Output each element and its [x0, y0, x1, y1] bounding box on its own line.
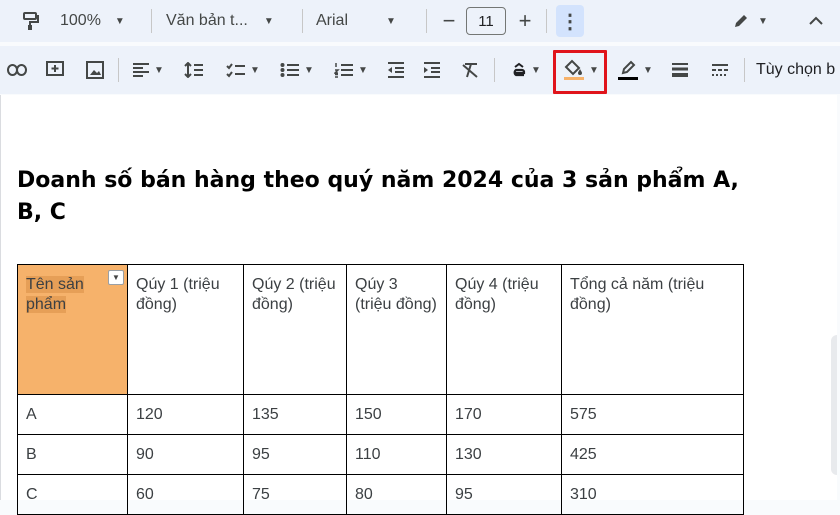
table-header-cell[interactable]: Tổng cả năm (triệu đồng): [561, 264, 744, 395]
table-cell[interactable]: 425: [561, 434, 744, 475]
chevron-down-icon: ▼: [250, 64, 260, 76]
font-value: Arial: [316, 12, 349, 29]
chevron-down-icon: ▼: [304, 64, 314, 76]
zoom-value: 100%: [60, 12, 101, 29]
separator: [494, 58, 495, 82]
table-cell[interactable]: 575: [561, 394, 744, 435]
align-left-button[interactable]: ▼: [128, 54, 168, 86]
table-cell[interactable]: 60: [127, 474, 244, 515]
table-cell[interactable]: 110: [346, 434, 447, 475]
table-cell[interactable]: 95: [446, 474, 562, 515]
zoom-select[interactable]: 100% ▼: [60, 5, 138, 37]
style-value: Văn bản t...: [166, 12, 248, 29]
table-cell[interactable]: 75: [243, 474, 347, 515]
table-cell[interactable]: 95: [243, 434, 347, 475]
text-color-button[interactable]: ▼: [612, 54, 658, 86]
document-page[interactable]: Doanh số bán hàng theo quý năm 2024 của …: [0, 95, 837, 515]
chevron-down-icon: ▼: [154, 64, 164, 76]
table-header-cell[interactable]: Qúy 4 (triệu đồng): [446, 264, 562, 395]
chevron-down-icon: ▼: [358, 64, 368, 76]
separator: [118, 58, 119, 82]
add-comment-icon[interactable]: [42, 54, 68, 86]
header-cell-text: Tên sản phẩm: [26, 276, 84, 313]
clear-formatting-icon[interactable]: [456, 54, 484, 86]
font-size-value: 11: [466, 7, 506, 35]
separator: [546, 9, 547, 33]
table-cell[interactable]: B: [17, 434, 128, 475]
border-width-icon[interactable]: [666, 54, 694, 86]
sales-table: Tên sản phẩm ▼ Qúy 1 (triệu đồng) Qúy 2 …: [17, 264, 744, 515]
input-tools-button[interactable]: ▼: [504, 54, 548, 86]
table-cell[interactable]: 90: [127, 434, 244, 475]
increase-indent-icon[interactable]: [418, 54, 446, 86]
paint-format-icon[interactable]: [16, 5, 44, 37]
pencil-icon: [735, 15, 748, 27]
chevron-down-icon: ▼: [758, 15, 768, 27]
border-dash-icon[interactable]: [706, 54, 734, 86]
document-title: Doanh số bán hàng theo quý năm 2024 của …: [17, 168, 739, 225]
style-select[interactable]: Văn bản t... ▼: [166, 5, 296, 37]
chevron-down-icon: ▼: [114, 15, 125, 27]
table-cell[interactable]: 170: [446, 394, 562, 435]
table-header-cell-selected[interactable]: Tên sản phẩm ▼: [17, 264, 128, 395]
dropdown-arrow-icon[interactable]: ▼: [108, 270, 124, 285]
bulleted-list-button[interactable]: ▼: [274, 54, 320, 86]
separator: [426, 9, 427, 33]
separator: [744, 58, 745, 82]
collapse-menu-icon[interactable]: [802, 5, 830, 37]
chevron-down-icon: ▼: [386, 15, 396, 27]
checklist-button[interactable]: ▼: [220, 54, 266, 86]
editing-mode-button[interactable]: ▼: [722, 5, 778, 37]
decrease-font-size-button[interactable]: −: [436, 5, 462, 37]
table-header-row: Tên sản phẩm ▼ Qúy 1 (triệu đồng) Qúy 2 …: [17, 264, 744, 395]
decrease-indent-icon[interactable]: [382, 54, 410, 86]
font-size-field[interactable]: 11: [466, 5, 506, 37]
toolbar-row-2: ▼ ▼ ▼ ▼ ▼ ▼ ▼ Tùy chọn b: [0, 46, 840, 94]
table-cell[interactable]: 130: [446, 434, 562, 475]
increase-font-size-button[interactable]: +: [512, 5, 538, 37]
table-row: C 60 75 80 95 310: [17, 474, 744, 515]
table-cell[interactable]: 80: [346, 474, 447, 515]
highlight-annotation-box: [553, 50, 607, 94]
table-cell[interactable]: 310: [561, 474, 744, 515]
table-cell[interactable]: 135: [243, 394, 347, 435]
table-cell[interactable]: A: [17, 394, 128, 435]
separator: [151, 9, 152, 33]
insert-image-icon[interactable]: [82, 54, 108, 86]
table-header-cell[interactable]: Qúy 3 (triệu đồng): [346, 264, 447, 395]
line-spacing-icon[interactable]: [180, 54, 208, 86]
chevron-down-icon: ▼: [263, 15, 274, 27]
link-icon[interactable]: [4, 54, 30, 86]
more-options-button[interactable]: ⋮: [556, 5, 584, 37]
side-panel-edge: [831, 335, 837, 475]
table-header-cell[interactable]: Qúy 2 (triệu đồng): [243, 264, 347, 395]
separator: [302, 9, 303, 33]
table-cell[interactable]: 150: [346, 394, 447, 435]
pen-icon: [618, 60, 639, 80]
table-cell[interactable]: 120: [127, 394, 244, 435]
toolbar-row-1: 100% ▼ Văn bản t... ▼ Arial ▼ − 11 + ⋮ ▼: [0, 0, 840, 42]
chevron-down-icon: ▼: [643, 64, 653, 76]
table-row: A 120 135 150 170 575: [17, 394, 744, 435]
options-button[interactable]: Tùy chọn b: [756, 54, 840, 86]
numbered-list-button[interactable]: ▼: [328, 54, 374, 86]
table-cell[interactable]: C: [17, 474, 128, 515]
table-row: B 90 95 110 130 425: [17, 434, 744, 475]
table-header-cell[interactable]: Qúy 1 (triệu đồng): [127, 264, 244, 395]
chevron-down-icon: ▼: [531, 64, 541, 76]
font-select[interactable]: Arial ▼: [316, 5, 416, 37]
